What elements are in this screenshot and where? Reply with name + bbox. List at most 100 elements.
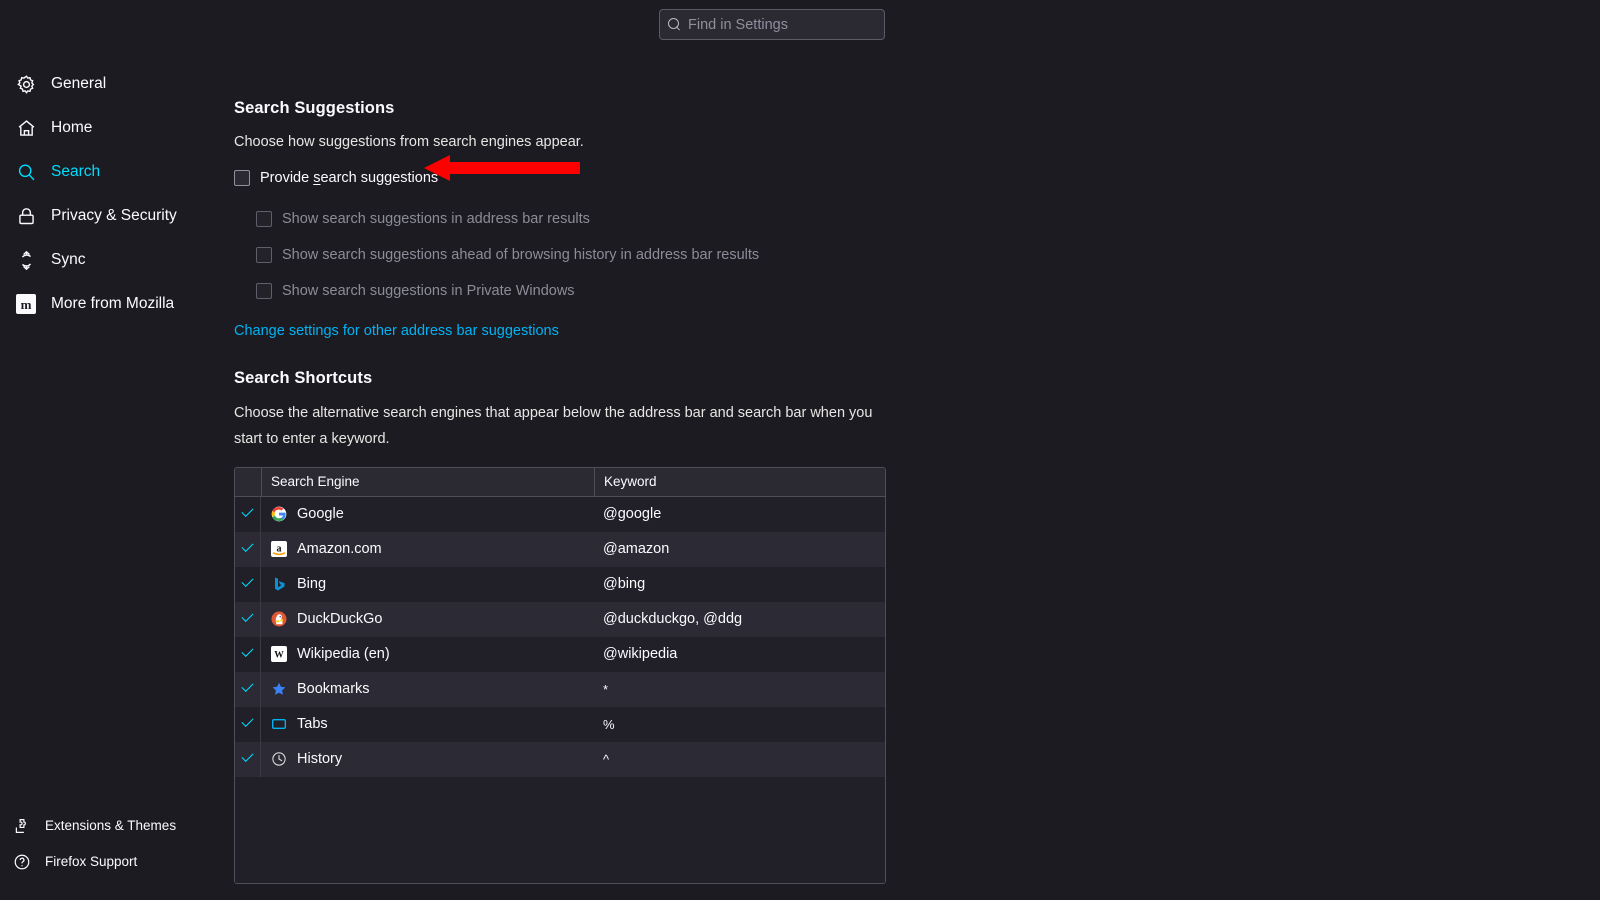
- sidebar-item-label: Privacy & Security: [51, 207, 177, 225]
- sidebar-item-sync[interactable]: Sync: [0, 238, 222, 282]
- row-engine-cell: Bookmarks: [261, 672, 594, 707]
- settings-page: General Home: [0, 0, 1600, 900]
- table-header-row: Search Engine Keyword: [235, 467, 885, 497]
- sidebar-item-more-from-mozilla[interactable]: m More from Mozilla: [0, 282, 222, 326]
- engine-keyword: @bing: [603, 576, 646, 593]
- change-address-bar-settings-link[interactable]: Change settings for other address bar su…: [234, 323, 559, 339]
- row-enabled-cell[interactable]: [235, 601, 261, 637]
- table-row[interactable]: Bookmarks *: [235, 671, 885, 707]
- sidebar-item-search[interactable]: Search: [0, 150, 222, 194]
- table-body: Google @google a Amazon.com @amazon Bing…: [235, 496, 885, 883]
- row-enabled-cell[interactable]: [235, 741, 261, 777]
- row-keyword-cell: @duckduckgo, @ddg: [594, 602, 885, 637]
- row-engine-cell: Tabs: [261, 707, 594, 742]
- sidebar-item-home[interactable]: Home: [0, 106, 222, 150]
- show-suggestions-ahead-history-row[interactable]: Show search suggestions ahead of browsin…: [256, 237, 1134, 273]
- row-enabled-cell[interactable]: [235, 496, 261, 532]
- row-enabled-cell[interactable]: [235, 671, 261, 707]
- sidebar-bottom-nav: Extensions & Themes Firefox Support: [0, 808, 222, 880]
- engine-name: Amazon.com: [297, 541, 382, 558]
- row-enabled-cell[interactable]: [235, 566, 261, 602]
- search-suggestions-section: Search Suggestions Choose how suggestion…: [234, 99, 1134, 340]
- star-icon: [271, 681, 287, 697]
- row-engine-cell: Google: [261, 497, 594, 532]
- sidebar-item-label: Sync: [51, 251, 86, 269]
- sidebar: General Home Search Privacy & Security S…: [0, 0, 222, 900]
- table-row[interactable]: DuckDuckGo @duckduckgo, @ddg: [235, 601, 885, 637]
- check-icon[interactable]: [241, 650, 255, 659]
- table-row[interactable]: a Amazon.com @amazon: [235, 531, 885, 567]
- table-row[interactable]: Google @google: [235, 496, 885, 532]
- check-icon[interactable]: [241, 510, 255, 519]
- row-engine-cell: History: [261, 742, 594, 777]
- search-suggestions-heading: Search Suggestions: [234, 99, 395, 117]
- row-keyword-cell: @wikipedia: [594, 637, 885, 672]
- duckduckgo-icon: [271, 611, 287, 627]
- sidebar-nav: General Home Search Privacy & Security S…: [0, 62, 222, 326]
- row-enabled-cell[interactable]: [235, 531, 261, 567]
- show-suggestions-private-windows-checkbox[interactable]: [256, 282, 272, 299]
- show-suggestions-ahead-history-checkbox[interactable]: [256, 246, 272, 263]
- check-icon[interactable]: [241, 615, 255, 624]
- engine-keyword: @wikipedia: [603, 646, 678, 663]
- show-suggestions-ahead-history-label: Show search suggestions ahead of browsin…: [282, 246, 760, 263]
- svg-text:W: W: [274, 651, 284, 661]
- table-row[interactable]: Bing @bing: [235, 566, 885, 602]
- row-enabled-cell[interactable]: [235, 706, 261, 742]
- tab-icon: [271, 716, 287, 732]
- gear-icon: [15, 73, 37, 95]
- row-engine-cell: W Wikipedia (en): [261, 637, 594, 672]
- svg-text:a: a: [277, 544, 282, 555]
- google-icon: [271, 506, 287, 522]
- show-suggestions-private-windows-row[interactable]: Show search suggestions in Private Windo…: [256, 273, 1134, 309]
- table-header-enabled[interactable]: [235, 468, 261, 496]
- mozilla-icon: m: [15, 293, 37, 315]
- provide-search-suggestions-row[interactable]: Provide search suggestions: [234, 169, 1134, 186]
- row-keyword-cell: ^: [594, 742, 885, 777]
- check-icon[interactable]: [241, 685, 255, 694]
- sidebar-item-extensions-themes[interactable]: Extensions & Themes: [0, 808, 222, 844]
- search-suggestions-description: Choose how suggestions from search engin…: [234, 134, 584, 150]
- show-suggestions-address-bar-checkbox[interactable]: [256, 210, 272, 227]
- table-header-search-engine[interactable]: Search Engine: [261, 467, 594, 496]
- search-engines-table: Search Engine Keyword Google @google a A…: [234, 466, 886, 884]
- table-header-keyword[interactable]: Keyword: [594, 467, 885, 496]
- table-row[interactable]: History ^: [235, 741, 885, 777]
- show-suggestions-address-bar-label: Show search suggestions in address bar r…: [282, 210, 590, 227]
- row-keyword-cell: *: [594, 672, 885, 707]
- check-icon[interactable]: [241, 720, 255, 729]
- engine-keyword: ^: [603, 751, 610, 767]
- provide-search-suggestions-checkbox[interactable]: [234, 169, 250, 186]
- engine-keyword: %: [603, 716, 615, 732]
- engine-keyword: @amazon: [603, 541, 670, 558]
- row-engine-cell: a Amazon.com: [261, 532, 594, 567]
- main-content: Search Suggestions Choose how suggestion…: [234, 0, 1600, 900]
- table-row[interactable]: Tabs %: [235, 706, 885, 742]
- table-row[interactable]: W Wikipedia (en) @wikipedia: [235, 636, 885, 672]
- row-engine-cell: DuckDuckGo: [261, 602, 594, 637]
- row-keyword-cell: %: [594, 707, 885, 742]
- show-suggestions-private-windows-label: Show search suggestions in Private Windo…: [282, 282, 575, 299]
- amazon-icon: a: [271, 541, 287, 558]
- sidebar-item-general[interactable]: General: [0, 62, 222, 106]
- check-icon[interactable]: [241, 755, 255, 764]
- sidebar-item-label: Search: [51, 163, 101, 181]
- row-enabled-cell[interactable]: [235, 636, 261, 672]
- sidebar-item-firefox-support[interactable]: Firefox Support: [0, 844, 222, 880]
- engine-name: Tabs: [297, 716, 328, 733]
- sidebar-item-label: More from Mozilla: [51, 295, 175, 313]
- sync-icon: [15, 249, 37, 271]
- sidebar-item-label: Firefox Support: [45, 854, 138, 870]
- check-icon[interactable]: [241, 580, 255, 589]
- engine-name: DuckDuckGo: [297, 611, 383, 628]
- sidebar-item-privacy-security[interactable]: Privacy & Security: [0, 194, 222, 238]
- search-shortcuts-description: Choose the alternative search engines th…: [234, 405, 873, 447]
- check-icon[interactable]: [241, 545, 255, 554]
- sidebar-item-label: General: [51, 75, 107, 93]
- row-keyword-cell: @google: [594, 497, 885, 532]
- lock-icon: [15, 205, 37, 227]
- engine-name: Wikipedia (en): [297, 646, 390, 663]
- puzzle-icon: [12, 816, 32, 836]
- show-suggestions-address-bar-row[interactable]: Show search suggestions in address bar r…: [256, 201, 1134, 237]
- search-shortcuts-section: Search Shortcuts Choose the alternative …: [234, 369, 1134, 884]
